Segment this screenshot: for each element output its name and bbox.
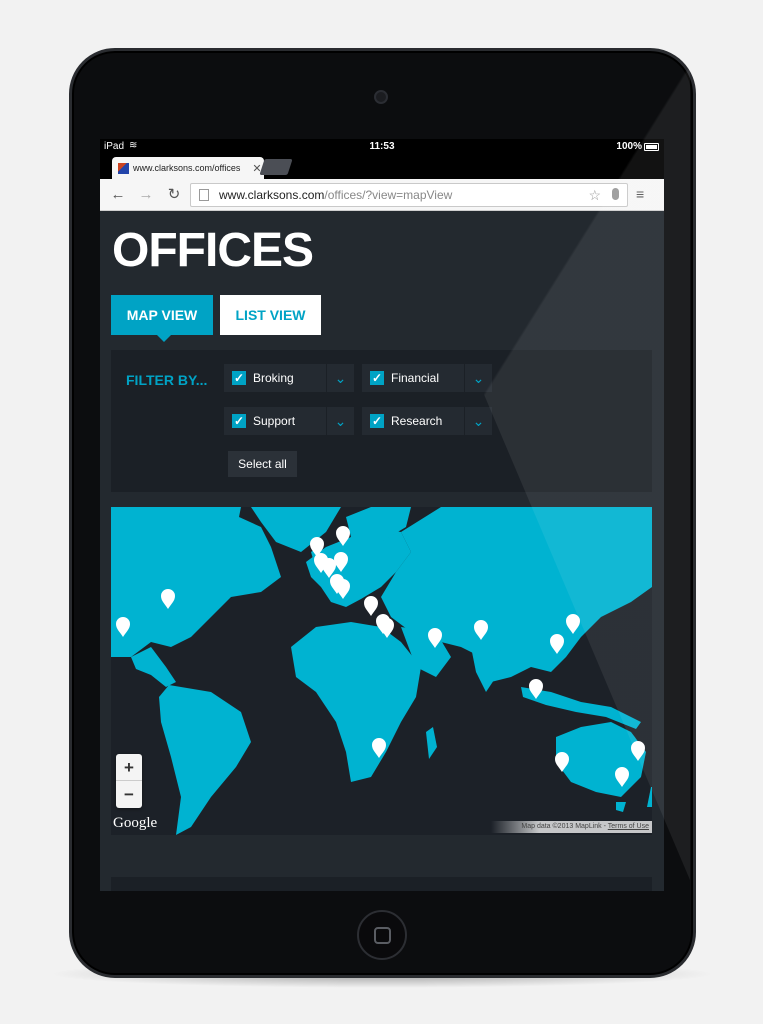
browser-toolbar: ← → ↻ www.clarksons.com/offices/?view=ma… [100, 179, 664, 211]
address-bar[interactable]: www.clarksons.com/offices/?view=mapView … [190, 183, 628, 207]
chevron-down-icon[interactable]: ⌄ [326, 407, 354, 435]
filter-option-label: Research [391, 414, 443, 428]
url-host: www.clarksons.com [219, 188, 325, 202]
filter-option-label: Financial [391, 371, 440, 385]
attribution-text: Map data ©2013 MapLink - [521, 823, 606, 830]
filter-label: FILTER BY... [126, 372, 208, 388]
footer-panel [111, 877, 652, 891]
chevron-down-icon[interactable]: ⌄ [326, 364, 354, 392]
menu-icon[interactable]: ≡ [636, 186, 644, 202]
battery-icon [644, 143, 659, 151]
camera-icon [374, 90, 388, 104]
back-arrow-icon[interactable]: ← [108, 185, 128, 205]
page-content: OFFICES MAP VIEW LIST VIEW FILTER BY... … [100, 211, 664, 891]
reload-icon[interactable]: ↻ [164, 185, 184, 205]
url-path: /offices/?view=mapView [324, 188, 453, 202]
filter-broking[interactable]: ✓ Broking ⌄ [224, 364, 354, 392]
list-view-button[interactable]: LIST VIEW [220, 295, 321, 335]
tab-strip: www.clarksons.com/offices ✕ [100, 155, 664, 179]
microphone-icon[interactable] [612, 188, 619, 200]
map-canvas [111, 507, 652, 835]
select-all-button[interactable]: Select all [228, 451, 297, 477]
checkbox-icon[interactable]: ✓ [232, 371, 246, 385]
tab-title: www.clarksons.com/offices [133, 163, 241, 173]
filter-research[interactable]: ✓ Research ⌄ [362, 407, 492, 435]
google-logo: Google [113, 815, 158, 831]
zoom-control: + − [116, 754, 142, 808]
filter-panel: FILTER BY... ✓ Broking ⌄ ✓ Financial ⌄ ✓… [111, 350, 652, 492]
terms-of-use-link[interactable]: Terms of Use [608, 823, 649, 830]
clock: 11:53 [369, 141, 395, 152]
stage: iPad ≋ 11:53 100% www.clarksons.com/offi… [0, 0, 763, 1024]
checkbox-icon[interactable]: ✓ [370, 371, 384, 385]
zoom-out-button[interactable]: − [116, 781, 142, 808]
filter-support[interactable]: ✓ Support ⌄ [224, 407, 354, 435]
checkbox-icon[interactable]: ✓ [232, 414, 246, 428]
battery-percent: 100% [616, 141, 642, 152]
filter-option-label: Broking [253, 371, 294, 385]
world-map[interactable]: + − Google Map data ©2013 MapLink - Term… [111, 507, 652, 835]
browser-tab[interactable]: www.clarksons.com/offices ✕ [112, 157, 264, 179]
page-icon [199, 189, 209, 201]
chevron-down-icon[interactable]: ⌄ [464, 364, 492, 392]
home-button[interactable] [357, 910, 407, 960]
checkbox-icon[interactable]: ✓ [370, 414, 384, 428]
chevron-down-icon[interactable]: ⌄ [464, 407, 492, 435]
screen: iPad ≋ 11:53 100% www.clarksons.com/offi… [100, 139, 664, 891]
status-bar: iPad ≋ 11:53 100% [100, 139, 664, 155]
forward-arrow-icon[interactable]: → [136, 185, 156, 205]
bookmark-star-icon[interactable]: ☆ [588, 187, 601, 204]
filter-option-label: Support [253, 414, 296, 428]
zoom-in-button[interactable]: + [116, 754, 142, 781]
new-tab-button[interactable] [259, 159, 293, 175]
filter-financial[interactable]: ✓ Financial ⌄ [362, 364, 492, 392]
favicon-icon [118, 162, 129, 174]
page-title: OFFICES [112, 224, 314, 277]
map-attribution: Map data ©2013 MapLink - Terms of Use [491, 821, 652, 833]
home-square-icon [373, 926, 391, 944]
map-view-button[interactable]: MAP VIEW [111, 295, 213, 342]
